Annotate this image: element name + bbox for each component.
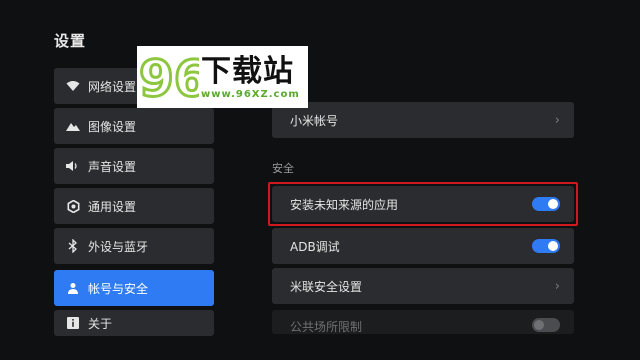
menu-item-peripherals[interactable]: 外设与蓝牙 [54,228,214,264]
site-watermark: 96 下载站 www.96XZ.com [137,46,308,108]
menu-item-label: 关于 [88,316,113,331]
public-restriction-toggle[interactable] [532,318,560,332]
svg-text:96: 96 [139,50,199,108]
menu-item-label: 通用设置 [88,199,137,214]
user-icon [66,281,80,295]
menu-item-label: 图像设置 [88,119,137,134]
watermark-title: 下载站 [201,53,294,89]
wifi-icon [66,79,80,93]
xiaomi-account-row[interactable]: 小米帐号 › [272,102,574,138]
highlight-box [268,182,578,226]
page-title: 设置 [54,32,87,50]
watermark-url: www.96XZ.com [201,88,300,100]
section-title-security: 安全 [272,162,294,175]
menu-item-label: 声音设置 [88,159,137,174]
menu-item-label: 网络设置 [88,79,137,94]
menu-item-image[interactable]: 图像设置 [54,108,214,144]
mi-security-row[interactable]: 米联安全设置 › [272,268,574,304]
menu-item-account[interactable]: 帐号与安全 [54,270,214,306]
96-logo-icon: 96 [138,49,200,109]
menu-item-sound[interactable]: 声音设置 [54,148,214,184]
info-icon [66,316,80,330]
row-label: 米联安全设置 [290,279,363,294]
adb-debug-row[interactable]: ADB调试 [272,228,574,264]
menu-item-label: 帐号与安全 [88,281,149,296]
row-label: ADB调试 [290,239,340,254]
menu-item-general[interactable]: 通用设置 [54,188,214,224]
menu-item-about[interactable]: 关于 [54,310,214,336]
gear-icon [66,199,80,213]
menu-item-label: 外设与蓝牙 [88,239,149,254]
bluetooth-icon [66,239,80,253]
chevron-right-icon: › [554,112,560,128]
adb-debug-toggle[interactable] [532,239,560,253]
speaker-icon [66,159,80,173]
image-icon [66,119,80,133]
chevron-right-icon: › [554,278,560,294]
public-restriction-row[interactable]: 公共场所限制 [272,310,574,334]
row-label: 小米帐号 [290,113,339,128]
row-label: 公共场所限制 [290,320,363,334]
